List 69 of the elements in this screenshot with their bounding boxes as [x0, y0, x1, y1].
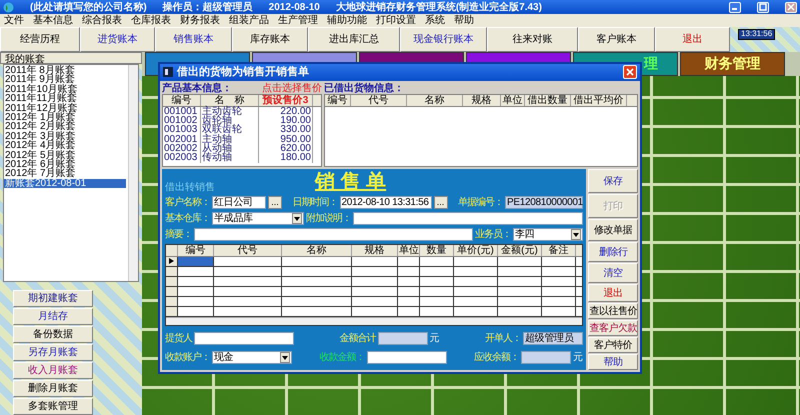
- column-header: 规格: [463, 94, 501, 106]
- field-label: 日期时间：: [292, 197, 338, 208]
- column-header: 编号: [325, 94, 351, 106]
- table-cell: 从动轴: [201, 144, 259, 154]
- column-header: 名称: [282, 245, 352, 256]
- field-label: 应收余额：: [474, 352, 519, 363]
- section-label: 已借出货物信息：: [324, 82, 405, 94]
- column-header: 代号: [214, 245, 282, 256]
- table-cell: 002001: [163, 134, 201, 144]
- column-header: 借出数量: [525, 94, 571, 106]
- field-label: 提货人: [165, 333, 192, 344]
- field-label: 单据编号：: [458, 197, 503, 208]
- table-cell: 620.00: [259, 144, 313, 154]
- field-value: 李四: [515, 229, 534, 240]
- table-cell: 950.00: [259, 134, 313, 144]
- field-label: 金额合计: [340, 333, 376, 344]
- hint-label: 点击选择售价: [262, 82, 322, 94]
- table-cell: 180.00: [259, 153, 313, 163]
- table-cell: 002002: [163, 144, 201, 154]
- form-heading: 销 售 单: [315, 171, 386, 193]
- table-cell: 双联齿轮: [201, 125, 259, 135]
- table-cell: 主动轴: [201, 134, 259, 144]
- column-header: 借出平均价: [571, 94, 627, 106]
- field-label: 收款账户：: [165, 352, 210, 363]
- field-label: 收款金额：: [320, 352, 364, 363]
- panel-header: 我的账套: [0, 52, 142, 64]
- column-header: 单位: [398, 245, 420, 256]
- company-name: (此处请填写您的公司名称): [30, 2, 147, 12]
- unit-label: 元: [430, 333, 440, 344]
- table-cell: 传动轴: [201, 153, 259, 163]
- table-cell: 主动齿轮: [201, 106, 259, 116]
- field-label: 摘要：: [165, 229, 192, 240]
- table-cell: 001002: [163, 116, 201, 126]
- table-cell: 220.00: [259, 106, 313, 116]
- column-header: 编号: [163, 94, 201, 106]
- column-header: 数量: [420, 245, 454, 256]
- table-cell: 001001: [163, 106, 201, 116]
- column-header: 编号: [178, 245, 214, 256]
- clock: 13:31:56: [738, 29, 776, 40]
- table-cell: 齿轮轴: [201, 116, 259, 126]
- operator-label: 操作员：超级管理员: [162, 2, 253, 12]
- table-cell: 002003: [163, 153, 201, 163]
- dialog-title: 借出的货物为销售开销售单: [177, 66, 309, 78]
- field-label: 开单人：: [485, 333, 521, 344]
- table-cell: 001003: [163, 125, 201, 135]
- section-label: 产品基本信息：: [162, 82, 232, 94]
- column-header: 单位: [501, 94, 525, 106]
- table-cell: 330.00: [259, 125, 313, 135]
- field-value: 现金: [214, 352, 234, 363]
- readonly-field: 超级管理员: [523, 332, 583, 345]
- column-header: 规格: [352, 245, 398, 256]
- field-label: 客户名称：: [165, 197, 210, 208]
- column-header: 单价(元): [454, 245, 498, 256]
- column-header: 预设售价3: [259, 94, 313, 106]
- column-header: 名 称: [201, 94, 259, 106]
- column-header: 金额(元): [498, 245, 542, 256]
- field-label: 业务员：: [475, 229, 511, 240]
- window-title: 大地球进销存财务管理系统(制造业完全版7.43): [336, 2, 542, 12]
- column-header: 备注: [542, 245, 576, 256]
- source-label: 借出转销售: [165, 182, 216, 193]
- readonly-field: PE120810000001: [505, 196, 583, 209]
- column-header: 名称: [407, 94, 463, 106]
- unit-label: 元: [573, 352, 583, 363]
- date-label: 2012-08-10: [268, 2, 320, 12]
- field-label: 附加说明：: [306, 213, 351, 224]
- table-cell: 190.00: [259, 116, 313, 126]
- field-label: 基本仓库：: [165, 213, 210, 224]
- column-header: 代号: [351, 94, 407, 106]
- field-value: 半成品库: [214, 213, 253, 224]
